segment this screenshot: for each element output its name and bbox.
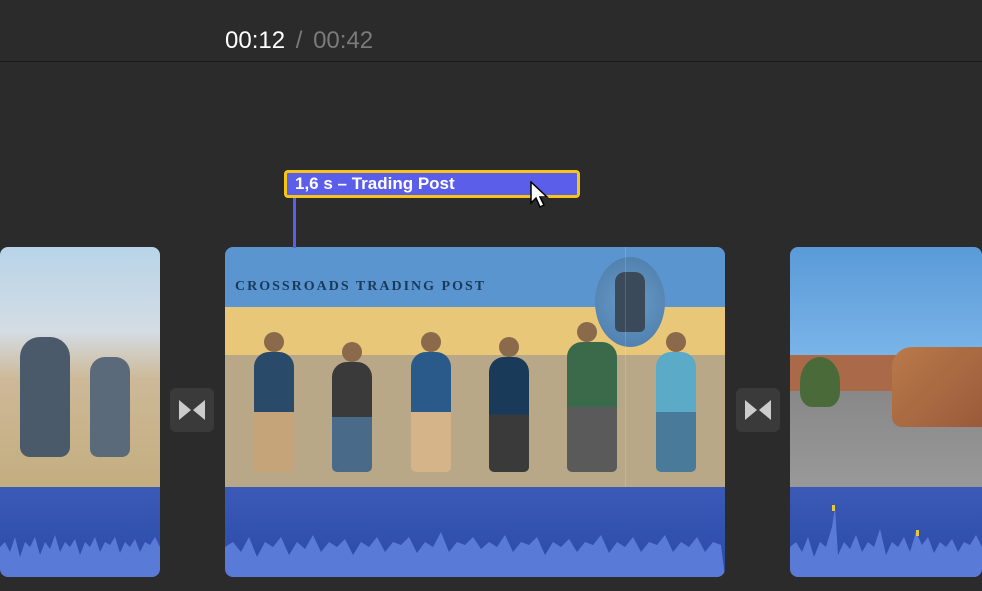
audio-track[interactable] bbox=[790, 487, 982, 577]
video-clip-3[interactable] bbox=[790, 247, 982, 577]
title-connector bbox=[293, 198, 296, 248]
clip-thumbnail: CROSSROADS TRADING POST bbox=[225, 247, 725, 487]
frame-divider bbox=[625, 247, 626, 487]
waveform-icon bbox=[790, 487, 982, 577]
people-row bbox=[235, 332, 715, 472]
crossfade-icon bbox=[743, 398, 773, 422]
transition-2[interactable] bbox=[736, 388, 780, 432]
timeline[interactable]: 1,6 s – Trading Post CROSSROADS TRADING … bbox=[0, 62, 982, 591]
timecode-current: 00:12 bbox=[225, 27, 285, 55]
timecode-total: 00:42 bbox=[313, 27, 373, 55]
video-clip-2[interactable]: CROSSROADS TRADING POST bbox=[225, 247, 725, 577]
audio-track[interactable] bbox=[225, 487, 725, 577]
timecode-bar: 00:12 / 00:42 bbox=[0, 20, 982, 62]
waveform-icon bbox=[225, 487, 725, 577]
timecode-separator: / bbox=[289, 27, 309, 55]
crossfade-icon bbox=[177, 398, 207, 422]
audio-track[interactable] bbox=[0, 487, 160, 577]
clip-thumbnail bbox=[0, 247, 160, 487]
transition-1[interactable] bbox=[170, 388, 214, 432]
clip-thumbnail bbox=[790, 247, 982, 487]
waveform-icon bbox=[0, 487, 160, 577]
title-overlay-label: 1,6 s – Trading Post bbox=[295, 174, 455, 194]
title-overlay-clip[interactable]: 1,6 s – Trading Post bbox=[284, 170, 580, 198]
video-clip-1[interactable] bbox=[0, 247, 160, 577]
